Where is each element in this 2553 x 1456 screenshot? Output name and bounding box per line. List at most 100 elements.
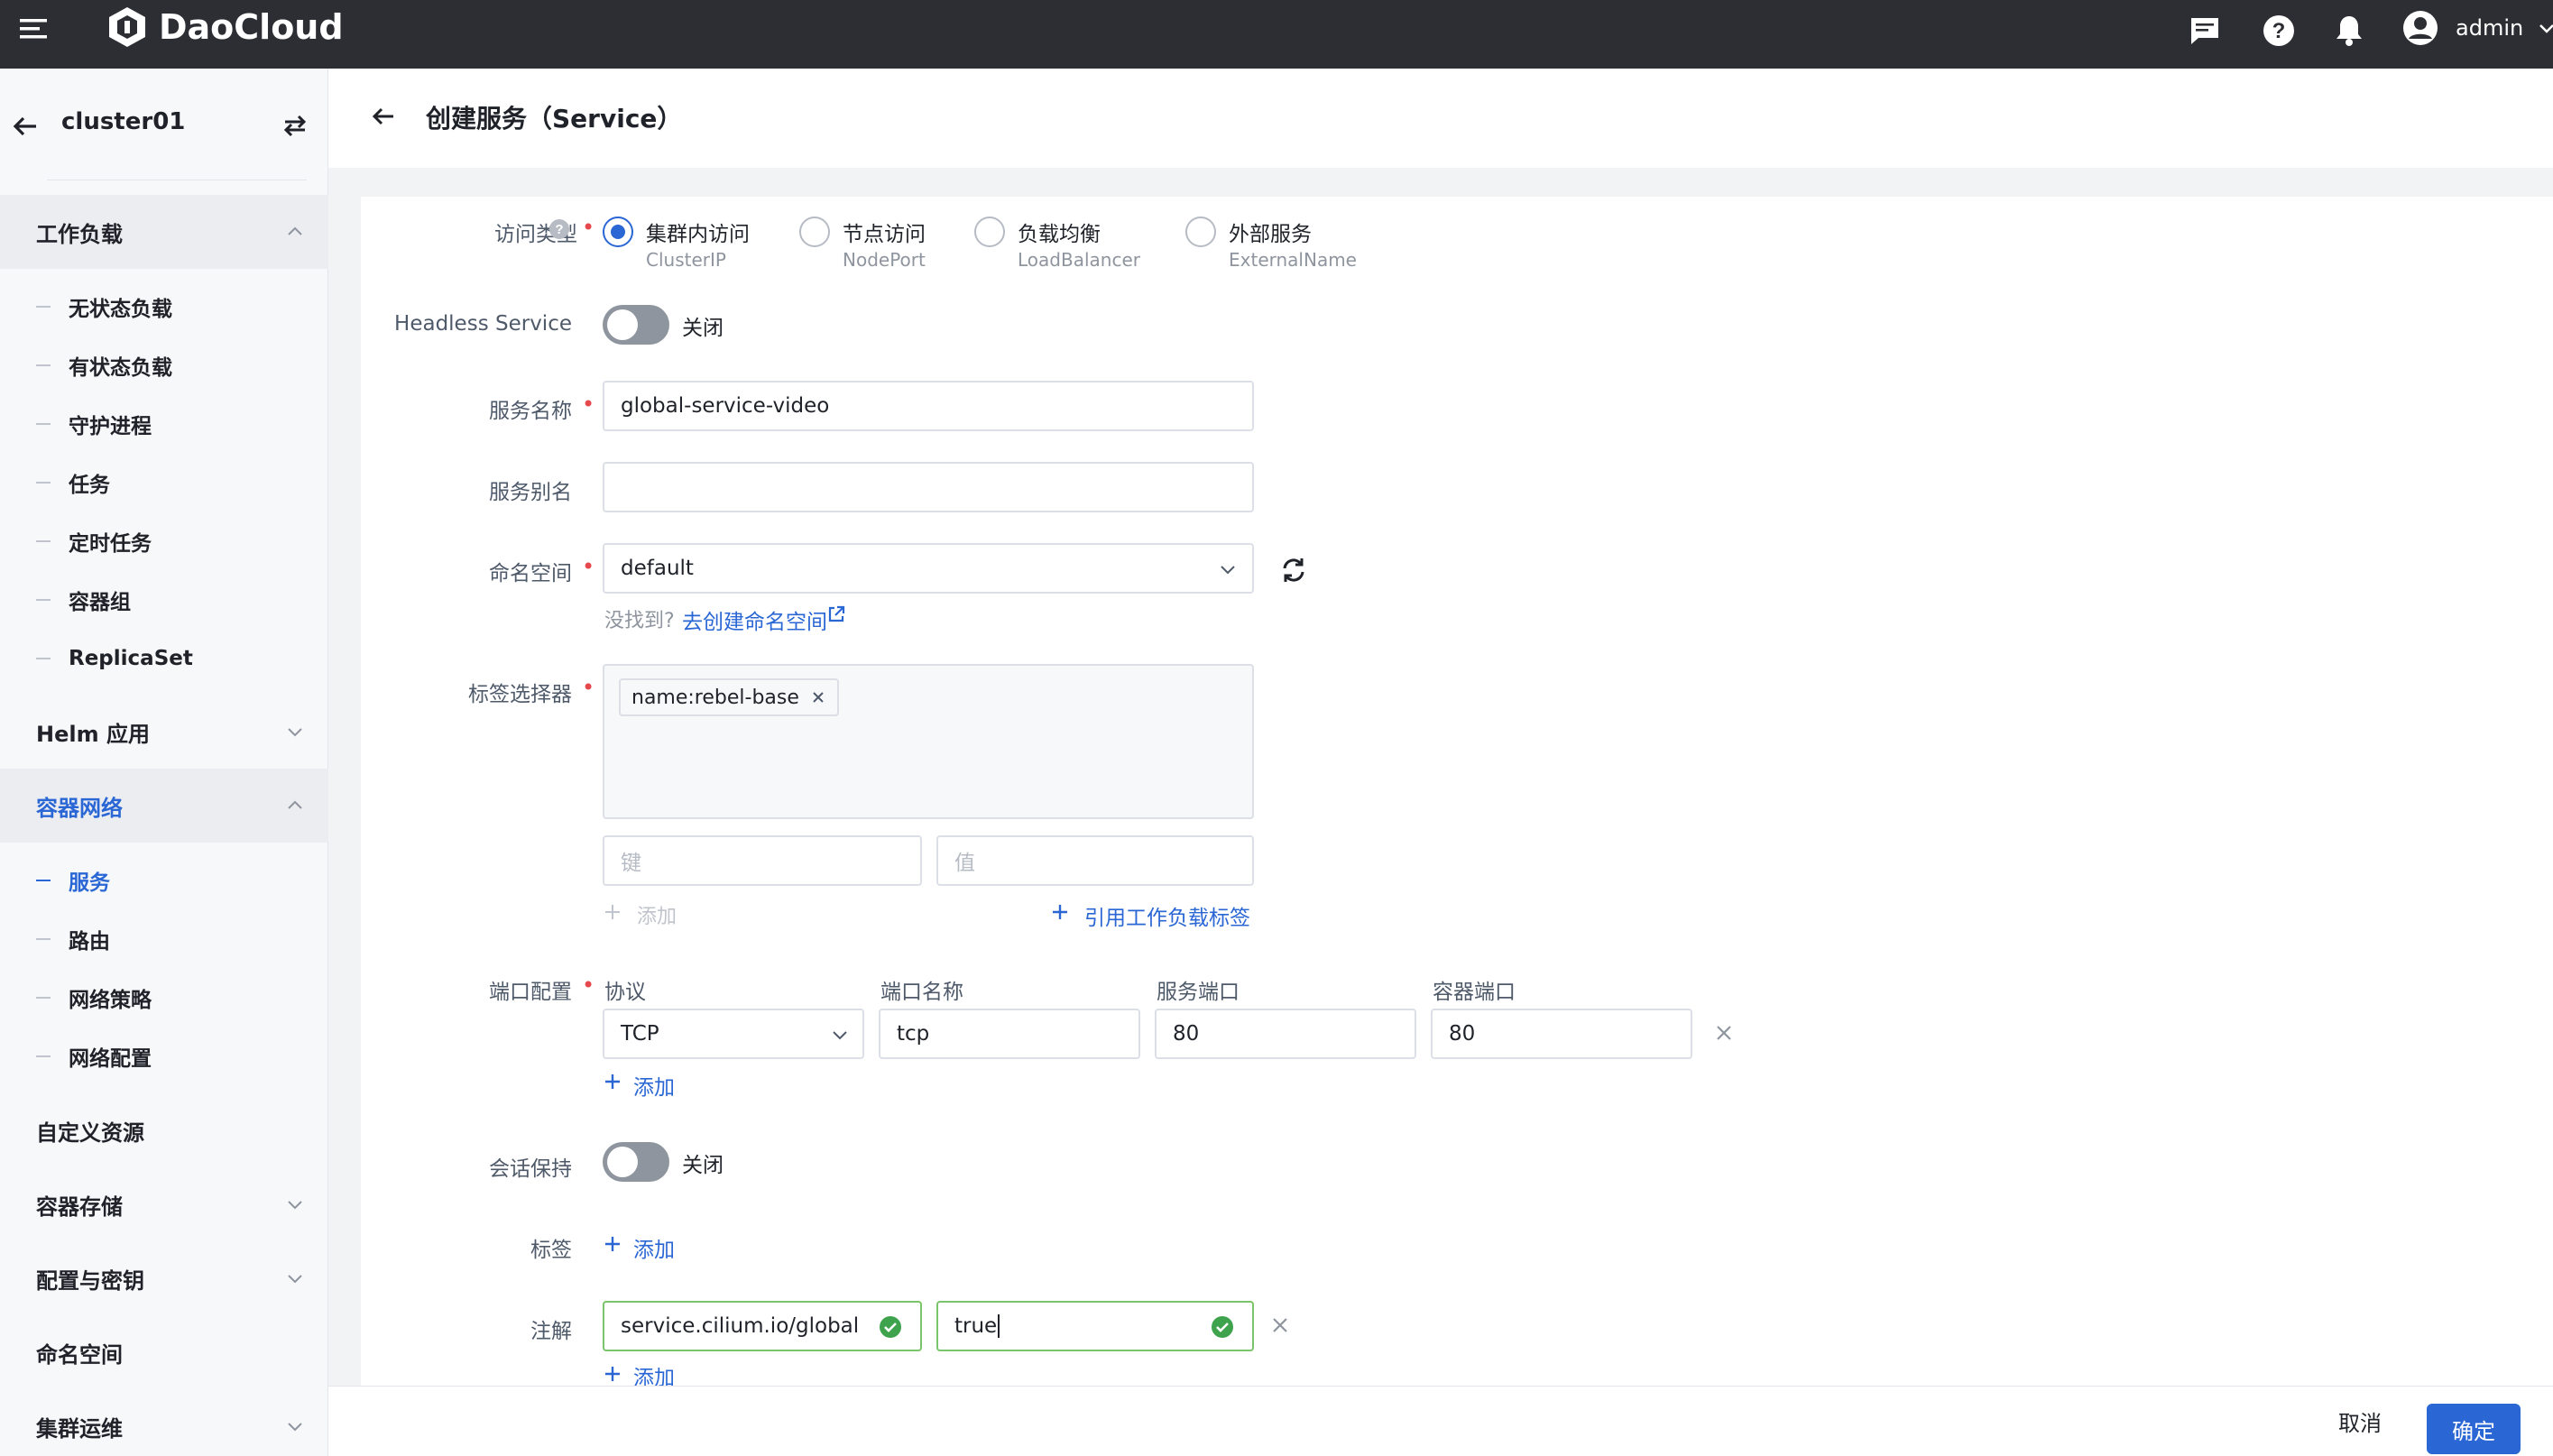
item-dash: [36, 1055, 51, 1057]
nav-group-namespace[interactable]: 命名空间: [0, 1315, 328, 1389]
notification-bell-icon[interactable]: [2331, 13, 2367, 49]
sidebar: cluster01 工作负载 无状态负载 有状态负载 守护进程 任务 定时任务 …: [0, 69, 328, 1456]
nav-group-network[interactable]: 容器网络: [0, 769, 328, 843]
remove-annotation-icon[interactable]: [1270, 1315, 1290, 1335]
container-port-input[interactable]: 80: [1431, 1009, 1692, 1059]
service-port-input[interactable]: 80: [1155, 1009, 1416, 1059]
label-value-input[interactable]: 值: [936, 835, 1254, 886]
headless-toggle[interactable]: [603, 305, 669, 345]
namespace-hint: 没找到?: [604, 610, 675, 632]
help-circle-icon[interactable]: ?: [548, 218, 570, 244]
sidebar-item-label: ReplicaSet: [69, 647, 193, 670]
brand-logo[interactable]: DaoCloud: [105, 2, 344, 52]
sidebar-item-label: 无状态负载: [69, 298, 172, 321]
sidebar-item-replicaset[interactable]: ReplicaSet: [0, 630, 328, 687]
sidebar-item-network-policy[interactable]: 网络策略: [0, 969, 328, 1027]
add-label-button[interactable]: 添加: [633, 1232, 675, 1263]
sidebar-item-job[interactable]: 任务: [0, 454, 328, 511]
username: admin: [2456, 15, 2524, 41]
sidebar-item-daemonset[interactable]: 守护进程: [0, 395, 328, 453]
sidebar-item-pod[interactable]: 容器组: [0, 571, 328, 629]
add-port-button[interactable]: 添加: [633, 1070, 675, 1101]
close-icon[interactable]: [810, 689, 826, 705]
refresh-icon[interactable]: [1279, 556, 1308, 588]
nav-group-label: 容器网络: [36, 795, 123, 821]
confirm-button[interactable]: 确定: [2427, 1404, 2521, 1454]
nav-group-cluster-ops[interactable]: 集群运维: [0, 1389, 328, 1456]
radio-sublabel: ClusterIP: [646, 249, 726, 271]
help-icon[interactable]: ?: [2261, 13, 2297, 49]
session-state: 关闭: [682, 1154, 724, 1177]
chevron-down-icon: [288, 728, 302, 737]
annotation-key-input[interactable]: service.cilium.io/global: [603, 1301, 922, 1351]
daocloud-logo-icon: [109, 7, 145, 47]
session-toggle[interactable]: [603, 1142, 669, 1182]
label-key-input[interactable]: 键: [603, 835, 922, 886]
service-alias-input[interactable]: [603, 462, 1254, 512]
radio-label: 外部服务: [1229, 223, 1312, 246]
radio-cluster-ip[interactable]: [603, 217, 633, 247]
cancel-button[interactable]: 取消: [2338, 1405, 2382, 1437]
chevron-down-icon: [288, 1423, 302, 1432]
back-arrow-icon[interactable]: [11, 112, 40, 144]
sidebar-item-statefulset[interactable]: 有状态负载: [0, 336, 328, 394]
page-title: 创建服务（Service）: [426, 104, 683, 134]
check-circle-icon: [880, 1316, 901, 1338]
port-name-input[interactable]: tcp: [879, 1009, 1140, 1059]
tag-text: name:rebel-base: [631, 686, 799, 709]
hamburger-menu-icon[interactable]: [18, 13, 51, 45]
nav-group-label: 容器存储: [36, 1193, 123, 1220]
protocol-value: TCP: [621, 1022, 659, 1046]
nav-group-helm[interactable]: Helm 应用: [0, 695, 328, 769]
sidebar-item-label: 有状态负载: [69, 356, 172, 380]
plus-icon: [1050, 902, 1070, 926]
item-dash: [36, 540, 51, 542]
nav-group-crd[interactable]: 自定义资源: [0, 1093, 328, 1167]
radio-sublabel: ExternalName: [1229, 249, 1357, 271]
plus-icon: [603, 1364, 622, 1387]
headless-state: 关闭: [682, 317, 724, 340]
message-icon[interactable]: [2187, 13, 2223, 49]
service-name-input[interactable]: global-service-video: [603, 381, 1254, 431]
namespace-select[interactable]: default: [603, 543, 1254, 594]
sidebar-item-deployment[interactable]: 无状态负载: [0, 278, 328, 336]
switch-cluster-icon[interactable]: [281, 112, 309, 143]
back-arrow-icon[interactable]: [370, 103, 397, 134]
svg-text:?: ?: [555, 222, 563, 237]
annotation-value-value: true: [954, 1314, 998, 1338]
radio-label: 节点访问: [843, 223, 926, 246]
radio-load-balancer[interactable]: [974, 217, 1005, 247]
nav-group-storage[interactable]: 容器存储: [0, 1167, 328, 1241]
add-selector-button[interactable]: 添加: [637, 900, 677, 929]
nav-group-label: 工作负载: [36, 221, 123, 247]
radio-external-name[interactable]: [1185, 217, 1216, 247]
radio-node-port[interactable]: [799, 217, 830, 247]
sidebar-item-network-config[interactable]: 网络配置: [0, 1027, 328, 1085]
col-protocol: 协议: [604, 981, 646, 1004]
service-alias-label: 服务别名: [489, 481, 572, 504]
item-dash: [36, 482, 51, 484]
nav-group-workload[interactable]: 工作负载: [0, 195, 328, 269]
create-namespace-link[interactable]: 去创建命名空间: [682, 604, 827, 635]
chevron-down-icon: [288, 1201, 302, 1210]
external-link-icon[interactable]: [826, 604, 846, 628]
col-service-port: 服务端口: [1157, 981, 1240, 1004]
user-menu[interactable]: admin: [2401, 9, 2553, 47]
item-dash: [36, 658, 51, 659]
protocol-select[interactable]: TCP: [603, 1009, 864, 1059]
sidebar-item-label: 网络策略: [69, 989, 152, 1012]
selector-tag: name:rebel-base: [619, 678, 839, 716]
sidebar-item-cronjob[interactable]: 定时任务: [0, 512, 328, 570]
annotation-key-value: service.cilium.io/global: [621, 1314, 860, 1338]
sidebar-item-ingress[interactable]: 路由: [0, 910, 328, 968]
annotation-value-input[interactable]: true: [936, 1301, 1254, 1351]
cluster-header: cluster01: [0, 69, 328, 180]
nav-group-config-secret[interactable]: 配置与密钥: [0, 1241, 328, 1315]
remove-port-icon[interactable]: [1714, 1023, 1734, 1043]
reference-workload-labels-button[interactable]: 引用工作负载标签: [1084, 900, 1250, 931]
sidebar-item-service[interactable]: 服务: [0, 852, 328, 909]
item-dash: [36, 880, 51, 881]
chevron-up-icon: [288, 800, 302, 809]
plus-icon: [603, 902, 622, 926]
radio-label: 负载均衡: [1018, 223, 1101, 246]
